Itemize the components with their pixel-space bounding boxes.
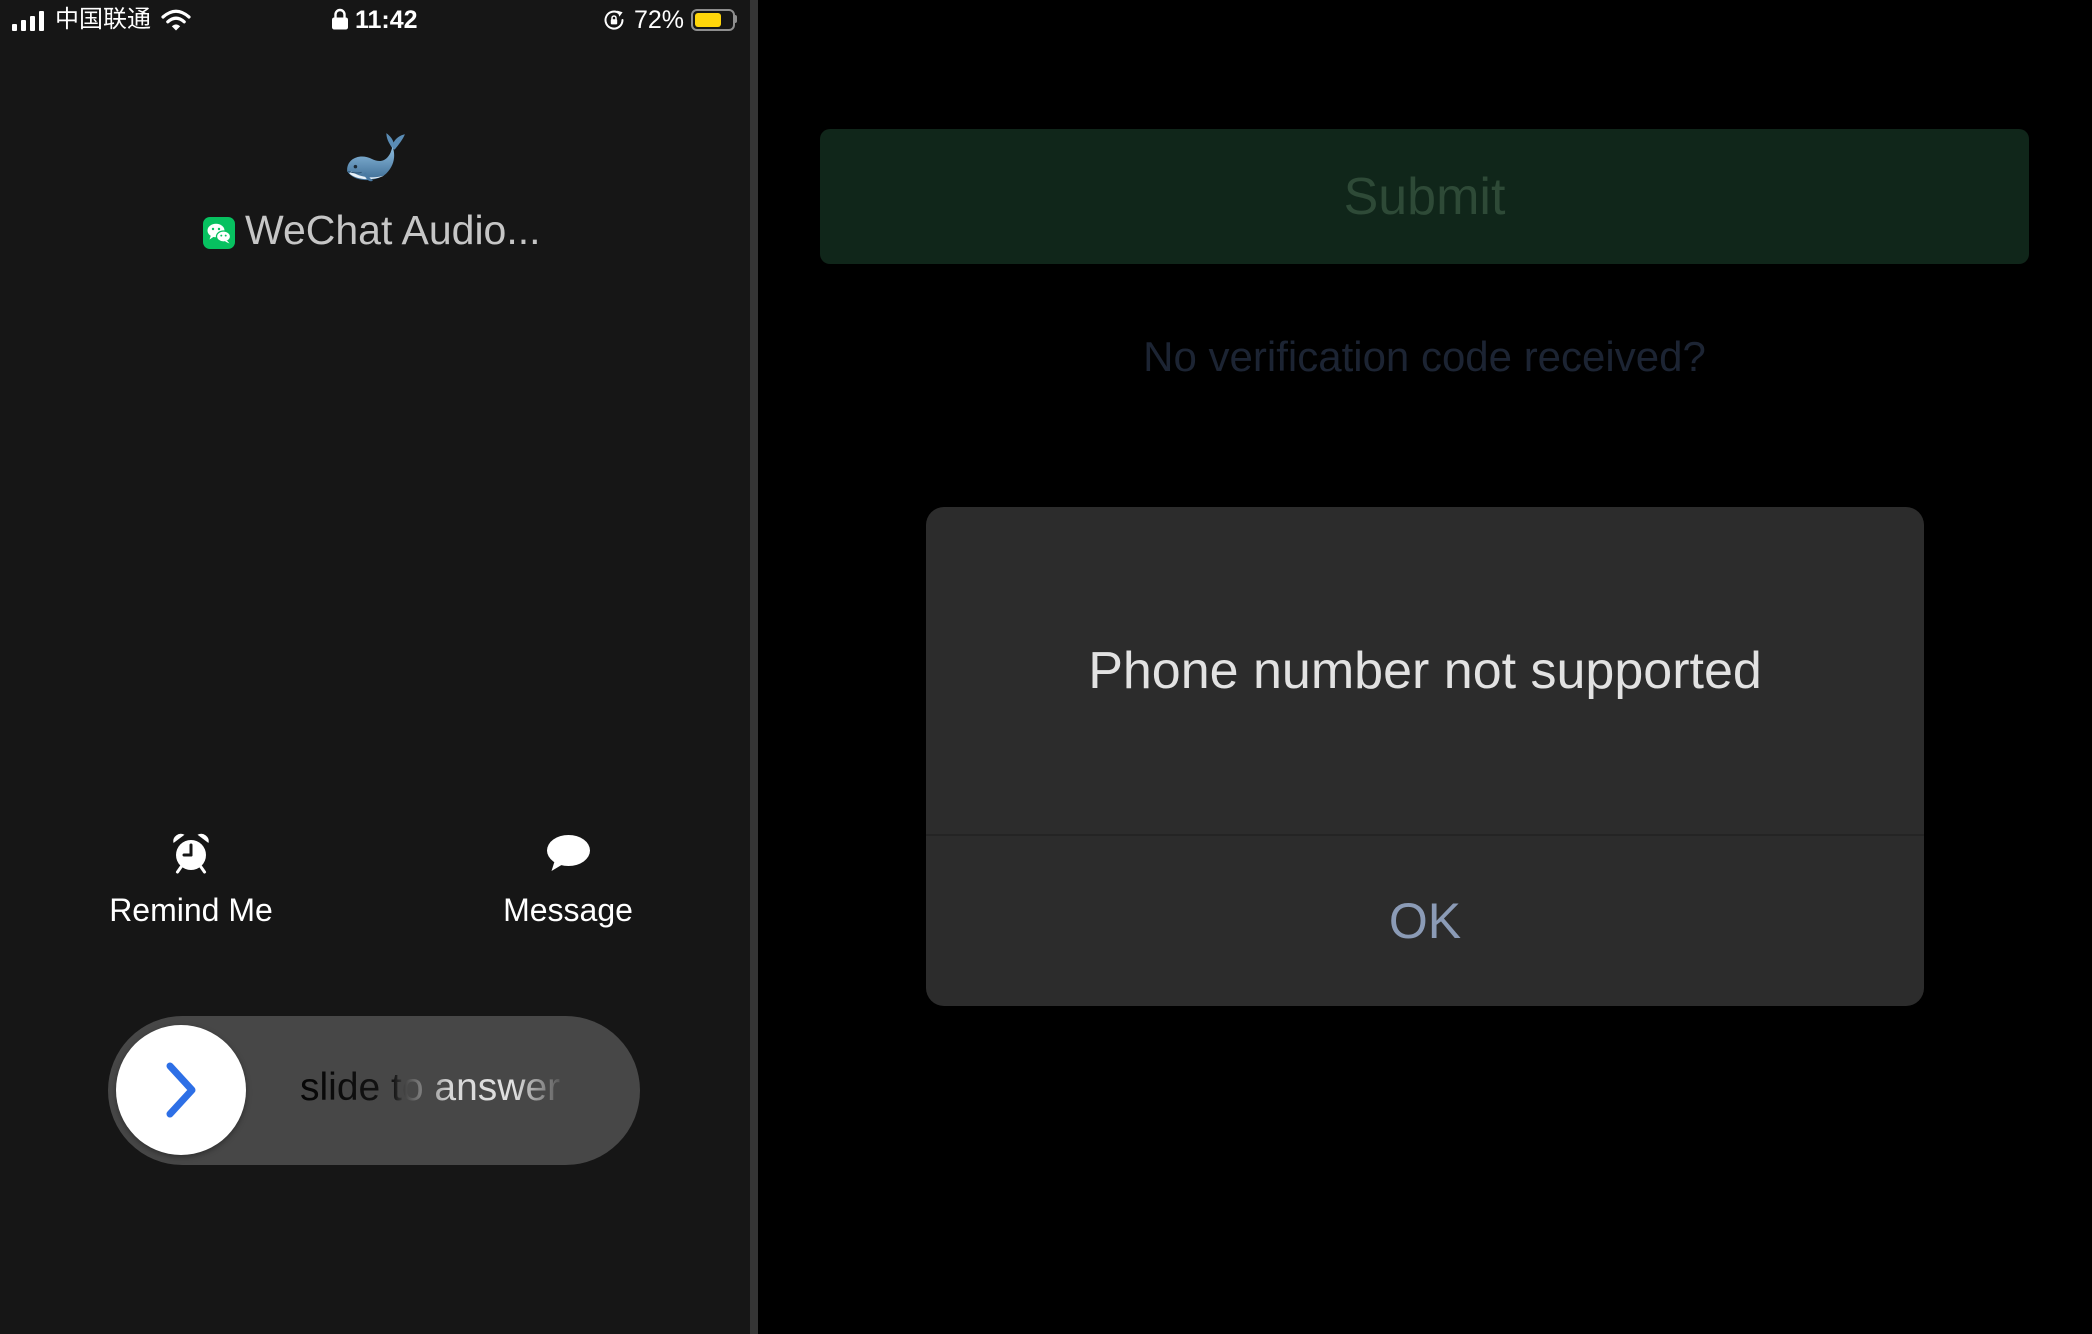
split-view-divider[interactable] [750, 0, 758, 1334]
battery-icon [691, 9, 735, 31]
slide-to-answer-label: slide to answer [300, 1066, 561, 1109]
alert-message: Phone number not supported [1088, 641, 1762, 700]
wifi-icon [161, 9, 191, 31]
alert-dialog: Phone number not supported OK [926, 507, 1924, 1006]
chevron-right-icon [166, 1062, 196, 1118]
signal-bar [12, 24, 17, 31]
signal-bar [39, 11, 44, 31]
wechat-icon [203, 217, 235, 249]
alert-ok-button[interactable]: OK [926, 836, 1924, 1006]
message-bubble-icon[interactable] [546, 834, 591, 872]
alarm-clock-icon[interactable] [171, 832, 211, 874]
signal-bar [21, 20, 26, 31]
remind-me-button[interactable]: Remind Me [71, 891, 311, 929]
signal-bar [30, 16, 35, 31]
caller-name: WeChat Audio... [245, 207, 541, 253]
battery-percent: 72% [634, 6, 685, 34]
message-button[interactable]: Message [448, 891, 688, 929]
signal-bars-icon [12, 11, 46, 31]
no-code-received-link: No verification code received? [1143, 333, 1706, 380]
lock-icon [332, 8, 348, 30]
carrier-name: 中国联通 [55, 6, 151, 33]
status-time: 11:42 [355, 6, 418, 34]
battery-terminal [734, 15, 737, 23]
alert-message-area: Phone number not supported [926, 507, 1924, 834]
rotation-lock-icon [604, 10, 624, 30]
whale-icon [347, 133, 405, 182]
battery-level-fill [695, 13, 721, 27]
submit-button: Submit [820, 129, 2029, 264]
